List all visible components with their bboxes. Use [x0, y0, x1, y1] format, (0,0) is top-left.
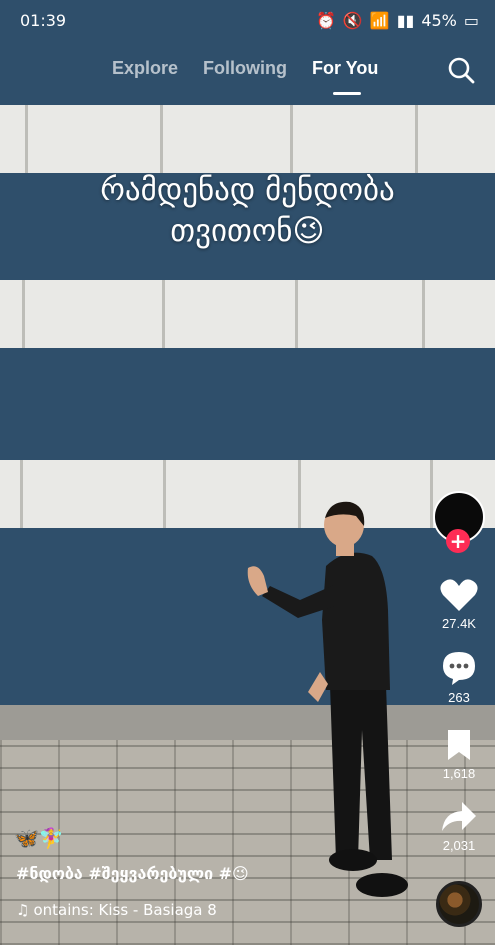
sound-disc[interactable] [436, 881, 482, 927]
comment-count: 263 [448, 690, 470, 705]
bookmark-count: 1,618 [442, 766, 476, 781]
mute-icon: 🔇 [342, 11, 363, 30]
video-caption: რამდენად მენდობა თვითონ😉 [0, 170, 495, 252]
caption-line: რამდენად მენდობა [100, 172, 395, 208]
status-time: 01:39 [20, 11, 67, 30]
signal-icon: ▮▮ [396, 11, 415, 30]
status-bar: 01:39 ⏰ 🔇 📶 ▮▮ 45% ▭ [0, 0, 495, 40]
tab-following[interactable]: Following [203, 58, 287, 79]
status-icons: ⏰ 🔇 📶 ▮▮ 45% ▭ [316, 11, 479, 30]
comment-icon [443, 652, 475, 685]
battery-level: 45% [421, 11, 457, 30]
battery-icon: ▭ [463, 11, 479, 30]
tab-explore[interactable]: Explore [112, 58, 178, 79]
alarm-icon: ⏰ [315, 11, 336, 30]
active-tab-indicator [333, 92, 361, 95]
caption-line: თვითონ😉 [170, 213, 325, 249]
hashtags[interactable]: #ნდობა #შეყვარებული #😉 [16, 864, 249, 883]
comment-button[interactable]: 263 [433, 650, 485, 705]
share-arrow-icon [442, 802, 476, 831]
like-count: 27.4K [442, 616, 476, 631]
emoji-line: 🦋🧚‍♀️ [14, 826, 64, 850]
bookmark-button[interactable]: 1,618 [433, 728, 485, 781]
top-nav: Explore Following For You [0, 58, 495, 98]
person-figure [247, 501, 408, 897]
tab-for-you[interactable]: For You [312, 58, 378, 79]
share-count: 2,031 [442, 838, 476, 853]
music-note-icon: ♫ [16, 901, 30, 919]
sound-title: ontains: Kiss - Basiaga 8 [33, 901, 217, 919]
heart-icon [440, 579, 478, 611]
sound-link[interactable]: ♫ ontains: Kiss - Basiaga 8 [16, 901, 217, 919]
bookmark-icon [448, 730, 470, 760]
share-button[interactable]: 2,031 [433, 800, 485, 853]
wifi-icon: 📶 [369, 11, 390, 30]
follow-button[interactable]: + [446, 529, 470, 553]
video-screen[interactable]: 01:39 ⏰ 🔇 📶 ▮▮ 45% ▭ Explore Following F… [0, 0, 495, 945]
search-icon[interactable] [447, 56, 475, 84]
like-button[interactable]: 27.4K [433, 578, 485, 631]
